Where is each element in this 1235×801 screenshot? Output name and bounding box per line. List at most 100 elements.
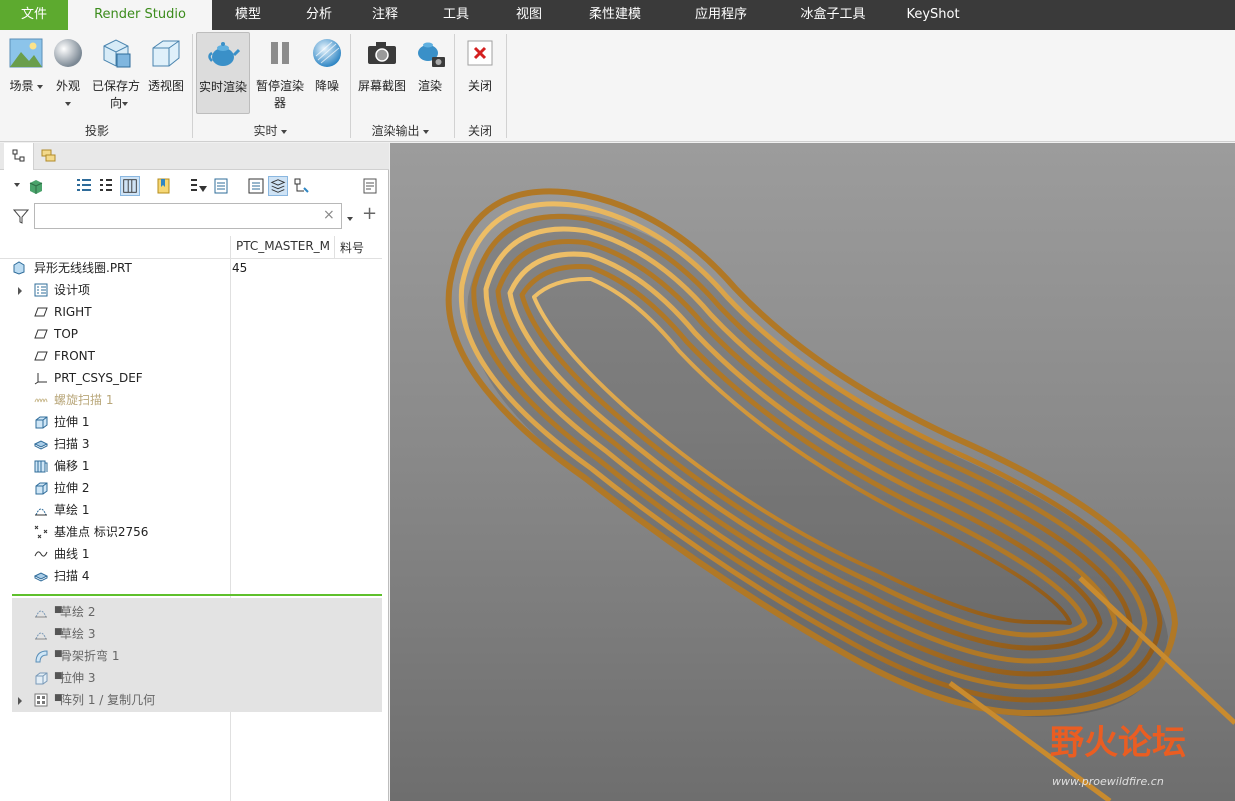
render-button[interactable]: 渲染: [412, 32, 448, 118]
scene-icon: [9, 38, 43, 68]
graphics-viewport[interactable]: 野火论坛 www.proewildfire.cn: [390, 143, 1235, 801]
saved-orientation-label: 已保存方向: [91, 79, 140, 110]
tree-item[interactable]: PRT_CSYS_DEF: [0, 367, 382, 389]
group-separator: [506, 34, 507, 138]
column-header-part-number[interactable]: 料号: [340, 239, 364, 256]
show-details-icon[interactable]: [246, 176, 266, 196]
layers-icon: [41, 149, 56, 162]
part-cube-icon[interactable]: [26, 176, 46, 196]
expand-arrow-icon[interactable]: [18, 287, 22, 295]
tree-item[interactable]: 草绘 1: [0, 499, 382, 521]
tree-toolbar: [0, 171, 389, 201]
tree-root-row[interactable]: 异形无线线圈.PRT 45: [0, 257, 382, 279]
column-header-master[interactable]: PTC_MASTER_M: [236, 239, 330, 253]
tree-item[interactable]: 扫描 4: [0, 565, 382, 587]
insert-here-marker[interactable]: [12, 594, 382, 596]
tree-item-label: PRT_CSYS_DEF: [54, 371, 143, 385]
tree-item-suppressed[interactable]: ■ 草绘 2: [0, 601, 382, 623]
tree-item[interactable]: 基准点 标识2756: [0, 521, 382, 543]
tree-item[interactable]: 设计项: [0, 279, 382, 301]
watermark-url: www.proewildfire.cn: [1052, 775, 1164, 788]
tree-item-label: 扫描 4: [54, 569, 90, 583]
tab-render-studio[interactable]: Render Studio: [68, 0, 212, 30]
tree-filter-input[interactable]: [34, 203, 342, 229]
tab-view[interactable]: 视图: [496, 0, 562, 30]
tab-model[interactable]: 模型: [212, 0, 284, 30]
chevron-down-icon: [36, 84, 43, 89]
tree-item-label: 草绘 2: [60, 605, 96, 619]
model-tree-panel: × + PTC_MASTER_M 料号 异形无线线圈.PRT 45 设计项 RI…: [0, 143, 389, 801]
datum-point-icon: [34, 525, 48, 539]
tree-item-suppressed[interactable]: ■ 骨架折弯 1: [0, 645, 382, 667]
add-icon[interactable]: +: [362, 203, 377, 224]
tab-tools[interactable]: 工具: [416, 0, 496, 30]
design-items-icon: [34, 283, 48, 297]
scene-button[interactable]: 场景: [4, 32, 48, 118]
group-label-realtime: 实时: [250, 122, 290, 139]
tree-item[interactable]: FRONT: [0, 345, 382, 367]
tree-column-header: PTC_MASTER_M 料号: [0, 236, 389, 258]
screenshot-button[interactable]: 屏幕截图: [354, 32, 410, 118]
tab-flexible-modeling[interactable]: 柔性建模: [562, 0, 668, 30]
offset-icon: [34, 460, 48, 473]
spinal-bend-icon: [35, 650, 48, 663]
clear-filter-icon[interactable]: ×: [323, 207, 335, 223]
saved-orientation-button[interactable]: 已保存方向: [88, 32, 144, 118]
appearance-button[interactable]: 外观: [50, 32, 86, 118]
tree-item[interactable]: RIGHT: [0, 301, 382, 323]
tab-annotate[interactable]: 注释: [354, 0, 416, 30]
tab-keyshot[interactable]: KeyShot: [892, 0, 974, 30]
datum-plane-icon: [34, 307, 48, 317]
sweep-icon: [34, 440, 48, 450]
tree-item-label: 拉伸 1: [54, 415, 90, 429]
tree-item-label: 偏移 1: [54, 459, 90, 473]
scene-label: 场景: [9, 79, 34, 93]
tree-item-label: 扫描 3: [54, 437, 90, 451]
filter-dropdown-icon[interactable]: [344, 211, 353, 225]
coordinate-system-icon: [34, 373, 47, 385]
tree-item[interactable]: 扫描 3: [0, 433, 382, 455]
model-tree-tab[interactable]: [4, 143, 34, 170]
teapot-camera-icon: [418, 42, 445, 67]
close-render-studio-button[interactable]: 关闭: [460, 32, 500, 118]
tab-file[interactable]: 文件: [0, 0, 68, 30]
tree-item-suppressed[interactable]: ■ 阵列 1 / 复制几何: [0, 689, 382, 711]
structure-icon[interactable]: [292, 176, 312, 196]
tab-applications[interactable]: 应用程序: [668, 0, 774, 30]
pattern-icon: [34, 693, 48, 707]
tree-item-suppressed[interactable]: ■ 拉伸 3: [0, 667, 382, 689]
tree-item[interactable]: 拉伸 1: [0, 411, 382, 433]
tree-item-suppressed[interactable]: ■ 草绘 3: [0, 623, 382, 645]
tree-item-label: 设计项: [54, 283, 91, 297]
chevron-down-icon: [122, 102, 128, 106]
model-tree-icon: [12, 149, 25, 162]
saved-orientation-icon: [103, 39, 131, 68]
denoise-sphere-icon: [313, 39, 341, 67]
tree-item[interactable]: 偏移 1: [0, 455, 382, 477]
realtime-render-button[interactable]: 实时渲染: [196, 32, 250, 114]
tab-analysis[interactable]: 分析: [284, 0, 354, 30]
perspective-button[interactable]: 透视图: [146, 32, 186, 118]
realtime-render-label: 实时渲染: [198, 80, 247, 94]
tree-collapse-icon[interactable]: [96, 176, 116, 196]
tree-columns-icon[interactable]: [120, 176, 140, 196]
layer-tree-tab[interactable]: [34, 143, 64, 170]
column-divider: [334, 236, 335, 258]
layers-stack-icon[interactable]: [268, 176, 288, 196]
tree-item[interactable]: 螺旋扫描 1: [0, 389, 382, 411]
tab-icebox-tools[interactable]: 冰盒子工具: [774, 0, 892, 30]
filter-tree-icon[interactable]: [188, 176, 208, 196]
tree-list-icon[interactable]: [74, 176, 94, 196]
pause-icon: [271, 42, 289, 64]
notes-icon[interactable]: [360, 176, 380, 196]
tree-item[interactable]: 拉伸 2: [0, 477, 382, 499]
pause-render-button[interactable]: 暂停渲染器: [252, 32, 308, 118]
bookmark-icon[interactable]: [154, 176, 174, 196]
tree-item[interactable]: 曲线 1: [0, 543, 382, 565]
expand-arrow-icon[interactable]: [18, 697, 22, 705]
tree-item[interactable]: TOP: [0, 323, 382, 345]
settings-table-icon[interactable]: [212, 176, 232, 196]
denoise-button[interactable]: 降噪: [308, 32, 346, 118]
tree-root-value: 45: [232, 261, 248, 275]
appearance-sphere-icon: [54, 39, 82, 67]
